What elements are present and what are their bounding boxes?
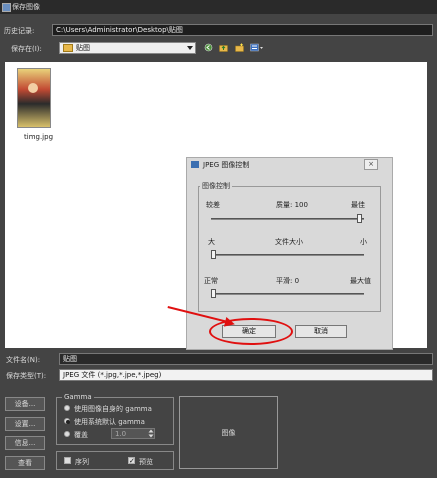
sequence-label: 序列 [75, 458, 89, 466]
preview-checkbox-label: 预览 [139, 458, 153, 466]
quality-slider-track[interactable] [211, 218, 364, 220]
quality-max-label: 最佳 [351, 201, 365, 209]
dialog-title: JPEG 图像控制 [203, 161, 250, 169]
sequence-checkbox[interactable] [64, 457, 71, 464]
folder-icon [63, 44, 73, 52]
file-name[interactable]: timg.jpg [24, 133, 53, 141]
close-icon[interactable]: × [364, 159, 378, 170]
filename-label: 文件名(N): [6, 356, 41, 364]
quality-slider-handle[interactable] [357, 214, 362, 223]
setup-button[interactable]: 设置... [5, 417, 45, 431]
history-path-combo[interactable]: C:\Users\Administrator\Desktop\贴图 [52, 24, 433, 36]
filetype-label: 保存类型(T): [6, 372, 47, 380]
filesize-slider-handle[interactable] [211, 250, 216, 259]
annotation-highlight-ellipse [209, 318, 293, 345]
info-button[interactable]: 信息... [5, 436, 45, 450]
history-label: 历史记录: [4, 27, 35, 35]
view-button[interactable]: 查看 [5, 456, 45, 470]
options-group [56, 451, 174, 470]
filesize-max-label: 小 [360, 238, 367, 246]
cancel-button[interactable]: 取消 [295, 325, 347, 338]
window-title-bar: 保存图像 [0, 0, 437, 14]
gamma-override-label: 覆盖 [74, 431, 88, 439]
gamma-system-radio[interactable] [64, 418, 70, 424]
quality-min-label: 较差 [206, 201, 220, 209]
save-in-folder: 贴图 [76, 44, 90, 52]
image-preview-box: 图像 [179, 396, 278, 469]
devices-button[interactable]: 设备... [5, 397, 45, 411]
thumbnail-image [17, 68, 51, 128]
window-title: 保存图像 [12, 3, 40, 11]
view-menu-icon[interactable] [250, 43, 264, 52]
file-thumbnail[interactable] [17, 68, 51, 128]
filesize-slider-track[interactable] [211, 254, 364, 256]
filetype-combo[interactable]: JPEG 文件 (*.jpg,*.jpe,*.jpeg) [59, 369, 433, 381]
chevron-down-icon [187, 46, 193, 50]
smoothing-slider-track[interactable] [211, 293, 364, 295]
save-in-combo[interactable]: 贴图 [59, 42, 196, 54]
save-in-label: 保存在(I): [11, 45, 42, 53]
gamma-system-label: 使用系统默认 gamma [74, 418, 145, 426]
filename-input[interactable]: 贴图 [59, 353, 433, 365]
app-icon [2, 3, 11, 12]
dialog-title-bar: JPEG 图像控制 × [187, 158, 392, 170]
smoothing-min-label: 正常 [204, 277, 218, 285]
image-control-group-label: 图像控制 [200, 181, 232, 191]
preview-checkbox[interactable]: ✓ [128, 457, 135, 465]
gamma-override-radio[interactable] [64, 431, 70, 437]
smoothing-max-label: 最大值 [350, 277, 371, 285]
quality-value-label: 质量: 100 [276, 201, 308, 209]
dialog-app-icon [191, 161, 199, 168]
gamma-group-label: Gamma [62, 393, 94, 401]
filesize-title-label: 文件大小 [275, 238, 303, 246]
back-icon[interactable] [204, 43, 213, 52]
smoothing-value-label: 平滑: 0 [276, 277, 300, 285]
filesize-min-label: 大 [208, 238, 215, 246]
gamma-own-label: 使用图像自身的 gamma [74, 405, 152, 413]
up-folder-icon[interactable] [219, 43, 228, 52]
gamma-own-radio[interactable] [64, 405, 70, 411]
smoothing-slider-handle[interactable] [211, 289, 216, 298]
spinner-arrows-icon[interactable] [148, 429, 154, 438]
new-folder-icon[interactable] [235, 43, 244, 52]
